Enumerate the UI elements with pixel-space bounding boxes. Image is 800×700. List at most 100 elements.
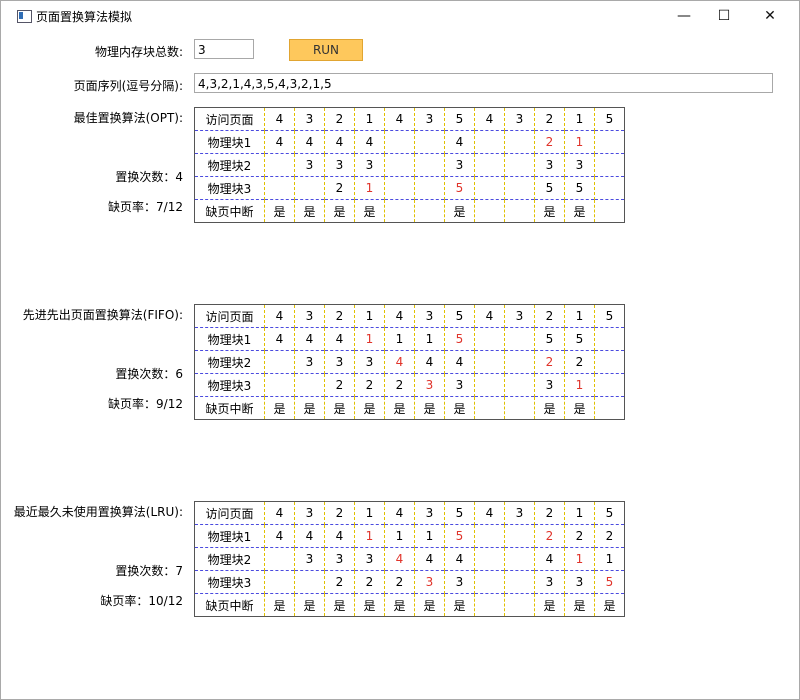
table-cell: 4 bbox=[384, 304, 415, 328]
table-cell: 3 bbox=[294, 501, 325, 525]
table-cell: 1 bbox=[354, 327, 385, 351]
table-cell bbox=[504, 130, 535, 154]
table-cell: 1 bbox=[564, 373, 595, 397]
maximize-icon[interactable]: ☐ bbox=[701, 1, 747, 31]
table-cell: 2 bbox=[324, 304, 355, 328]
fifo-fault-rate: 缺页率：9/12 bbox=[108, 397, 183, 411]
table-cell: 是 bbox=[384, 396, 415, 420]
table-cell bbox=[594, 396, 625, 420]
table-cell bbox=[474, 327, 505, 351]
table-cell: 2 bbox=[594, 524, 625, 548]
table-cell: 1 bbox=[564, 304, 595, 328]
table-cell: 3 bbox=[294, 107, 325, 131]
table-cell: 1 bbox=[384, 524, 415, 548]
window-title: 页面置换算法模拟 bbox=[36, 10, 133, 24]
table-cell bbox=[264, 373, 295, 397]
table-cell bbox=[474, 350, 505, 374]
table-cell: 4 bbox=[294, 524, 325, 548]
table-cell: 4 bbox=[294, 327, 325, 351]
fifo-replace-count: 置换次数：6 bbox=[115, 367, 183, 381]
table-cell: 3 bbox=[354, 153, 385, 177]
table-cell bbox=[504, 570, 535, 594]
table-cell bbox=[264, 570, 295, 594]
memory-blocks-label: 物理内存块总数: bbox=[94, 45, 183, 59]
table-row: 缺页中断是是是是是是是 bbox=[194, 199, 625, 223]
table-cell: 2 bbox=[324, 176, 355, 200]
lru-replace-count: 置换次数：7 bbox=[115, 564, 183, 578]
header-row: 访问页面 4 3 2 1 4 3 5 4 3 2 1 5 bbox=[195, 304, 625, 328]
table-cell: 5 bbox=[444, 107, 475, 131]
table-cell bbox=[414, 199, 445, 223]
fifo-section-label: 先进先出页面置换算法(FIFO): bbox=[22, 308, 183, 322]
table-cell bbox=[594, 199, 625, 223]
opt-table: 访问页面 4 3 2 1 4 3 5 4 3 2 1 5 物理块1 4 4 4 4 4 2 1 物理块2 3 3 3 3 3 3 物理块… bbox=[194, 107, 625, 223]
table-cell bbox=[504, 153, 535, 177]
table-cell: 3 bbox=[294, 547, 325, 571]
table-cell: 4 bbox=[384, 350, 415, 374]
opt-replace-count: 置换次数：4 bbox=[115, 170, 183, 184]
close-icon[interactable]: ✕ bbox=[747, 1, 793, 31]
table-cell: 3 bbox=[414, 501, 445, 525]
table-cell: 4 bbox=[324, 524, 355, 548]
row-header: 物理块1 bbox=[194, 130, 265, 154]
memory-blocks-input[interactable]: 3 bbox=[194, 39, 254, 59]
table-cell: 是 bbox=[414, 593, 445, 617]
table-cell: 3 bbox=[504, 107, 535, 131]
lru-fault-rate: 缺页率：10/12 bbox=[100, 594, 183, 608]
row-header: 访问页面 bbox=[205, 112, 254, 127]
table-cell: 1 bbox=[414, 524, 445, 548]
row-header: 缺页中断 bbox=[194, 593, 265, 617]
table-cell bbox=[504, 176, 535, 200]
table-cell bbox=[474, 130, 505, 154]
table-cell: 3 bbox=[534, 373, 565, 397]
table-cell: 1 bbox=[414, 327, 445, 351]
table-cell: 是 bbox=[354, 396, 385, 420]
table-cell: 2 bbox=[324, 501, 355, 525]
table-cell: 是 bbox=[534, 593, 565, 617]
header-row: 访问页面 4 3 2 1 4 3 5 4 3 2 1 5 bbox=[195, 501, 625, 525]
table-cell: 是 bbox=[594, 593, 625, 617]
row-header: 缺页中断 bbox=[194, 396, 265, 420]
page-sequence-input[interactable]: 4,3,2,1,4,3,5,4,3,2,1,5 bbox=[194, 73, 773, 93]
table-cell: 2 bbox=[354, 570, 385, 594]
table-cell bbox=[594, 327, 625, 351]
lru-table: 访问页面 4 3 2 1 4 3 5 4 3 2 1 5 物理块1 4 4 4 1 1 1 5 2 2 2 物理块2 3 3 3 4 4 4… bbox=[194, 501, 625, 617]
table-cell: 2 bbox=[384, 373, 415, 397]
table-cell bbox=[414, 153, 445, 177]
table-cell: 4 bbox=[414, 547, 445, 571]
table-row: 物理块1 4 4 4 1 1 1 5 2 2 2 bbox=[194, 524, 625, 548]
table-cell: 2 bbox=[534, 107, 565, 131]
table-cell: 3 bbox=[414, 304, 445, 328]
table-cell bbox=[504, 327, 535, 351]
table-cell: 2 bbox=[534, 304, 565, 328]
table-cell bbox=[504, 396, 535, 420]
row-header: 物理块2 bbox=[194, 153, 265, 177]
table-cell: 是 bbox=[384, 593, 415, 617]
row-header: 物理块1 bbox=[194, 327, 265, 351]
table-cell bbox=[384, 176, 415, 200]
table-cell: 3 bbox=[504, 501, 535, 525]
table-cell: 4 bbox=[444, 130, 475, 154]
table-cell: 1 bbox=[354, 501, 385, 525]
table-row: 物理块2 3 3 3 3 3 3 bbox=[194, 153, 625, 177]
table-cell: 3 bbox=[324, 350, 355, 374]
table-cell: 是 bbox=[354, 199, 385, 223]
table-cell: 3 bbox=[444, 570, 475, 594]
table-cell: 4 bbox=[414, 350, 445, 374]
table-cell: 4 bbox=[264, 304, 295, 328]
table-cell: 3 bbox=[324, 153, 355, 177]
app-window: 页面置换算法模拟 — ☐ ✕ 物理内存块总数: 3 RUN 页面序列(逗号分隔)… bbox=[0, 0, 800, 700]
fifo-table: 访问页面 4 3 2 1 4 3 5 4 3 2 1 5 物理块1 4 4 4 1 1 1 5 5 5 物理块2 3 3 3 4 4 4 2… bbox=[194, 304, 625, 420]
table-cell bbox=[264, 350, 295, 374]
table-cell: 是 bbox=[264, 396, 295, 420]
table-cell: 是 bbox=[324, 396, 355, 420]
run-button[interactable]: RUN bbox=[289, 39, 363, 61]
table-cell bbox=[504, 199, 535, 223]
table-cell: 2 bbox=[564, 524, 595, 548]
table-cell bbox=[264, 176, 295, 200]
table-cell bbox=[414, 130, 445, 154]
table-cell: 4 bbox=[324, 327, 355, 351]
table-cell: 5 bbox=[534, 327, 565, 351]
table-cell: 是 bbox=[324, 593, 355, 617]
table-cell: 4 bbox=[324, 130, 355, 154]
